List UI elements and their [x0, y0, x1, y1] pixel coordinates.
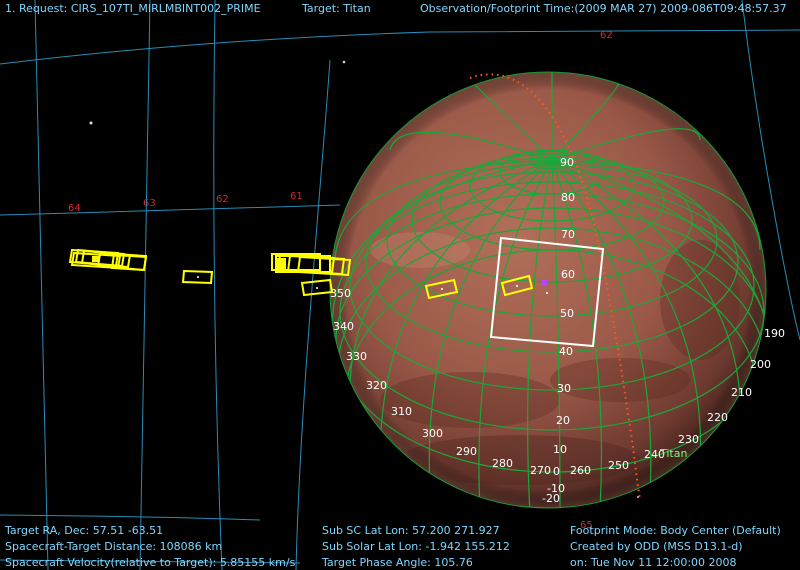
lon-label-280: 280 [492, 457, 513, 470]
target-phase-angle: Target Phase Angle: 105.76 [322, 556, 473, 569]
subspacecraft-point [546, 292, 548, 294]
lat-label-0: 0 [553, 465, 560, 478]
lon-label-190: 190 [764, 327, 785, 340]
sky-grid-label-64: 64 [68, 203, 81, 214]
star [89, 121, 93, 125]
spacecraft-velocity: Spacecraft Velocity(relative to Target):… [5, 556, 296, 569]
lat-label-90: 90 [560, 156, 574, 169]
lat-label-20: 20 [556, 414, 570, 427]
lat-label-60: 60 [561, 268, 575, 281]
lat-label-50: 50 [560, 307, 574, 320]
lat-label-10: 10 [553, 443, 567, 456]
lat-label-80: 80 [561, 191, 575, 204]
sky-grid-label-62: 62 [216, 194, 229, 205]
lon-label-350: 350 [330, 287, 351, 300]
star [342, 60, 346, 64]
target-ra-dec: Target RA, Dec: 57.51 -63.51 [5, 524, 164, 537]
sub-spacecraft-lat-lon: Sub SC Lat Lon: 57.200 271.927 [322, 524, 500, 537]
lon-label-320: 320 [366, 379, 387, 392]
lon-label-310: 310 [391, 405, 412, 418]
lon-label-250: 250 [608, 459, 629, 472]
lat-label-minus-20: -20 [542, 492, 560, 505]
footprint-cluster-left [68, 248, 148, 272]
footprint-mode: Footprint Mode: Body Center (Default) [570, 524, 781, 537]
lon-label-270: 270 [530, 464, 551, 477]
lon-label-290: 290 [456, 445, 477, 458]
lat-label-40: 40 [559, 345, 573, 358]
lat-label-30: 30 [557, 382, 571, 395]
observation-time-label: Observation/Footprint Time:(2009 MAR 27)… [420, 2, 787, 15]
lon-label-210: 210 [731, 386, 752, 399]
created-on: on: Tue Nov 11 12:00:00 2008 [570, 556, 737, 569]
sub-solar-lat-lon: Sub Solar Lat Lon: -1.942 155.212 [322, 540, 510, 553]
titan-label: Titan [659, 447, 687, 460]
boresight-marker [541, 280, 547, 286]
lon-label-300: 300 [422, 427, 443, 440]
target-label: Target: Titan [302, 2, 371, 15]
lon-label-200: 200 [750, 358, 771, 371]
spacecraft-target-distance: Spacecraft-Target Distance: 108086 km [5, 540, 223, 553]
lon-label-230: 230 [678, 433, 699, 446]
lon-label-220: 220 [707, 411, 728, 424]
sky-grid-label-63: 63 [143, 198, 156, 209]
lon-label-340: 340 [333, 320, 354, 333]
lon-label-330: 330 [346, 350, 367, 363]
lat-label-70: 70 [561, 228, 575, 241]
request-label: 1. Request: CIRS_107TI_MIRLMBINT002_PRIM… [5, 2, 261, 15]
titan-viewer-canvas: 64 63 62 61 62 65 90 80 70 60 50 40 30 2… [0, 0, 800, 570]
created-by: Created by ODD (MSS D13.1-d) [570, 540, 743, 553]
lon-label-260: 260 [570, 464, 591, 477]
sky-grid-label-top-62: 62 [600, 30, 613, 41]
sky-grid-label-61: 61 [290, 191, 303, 202]
